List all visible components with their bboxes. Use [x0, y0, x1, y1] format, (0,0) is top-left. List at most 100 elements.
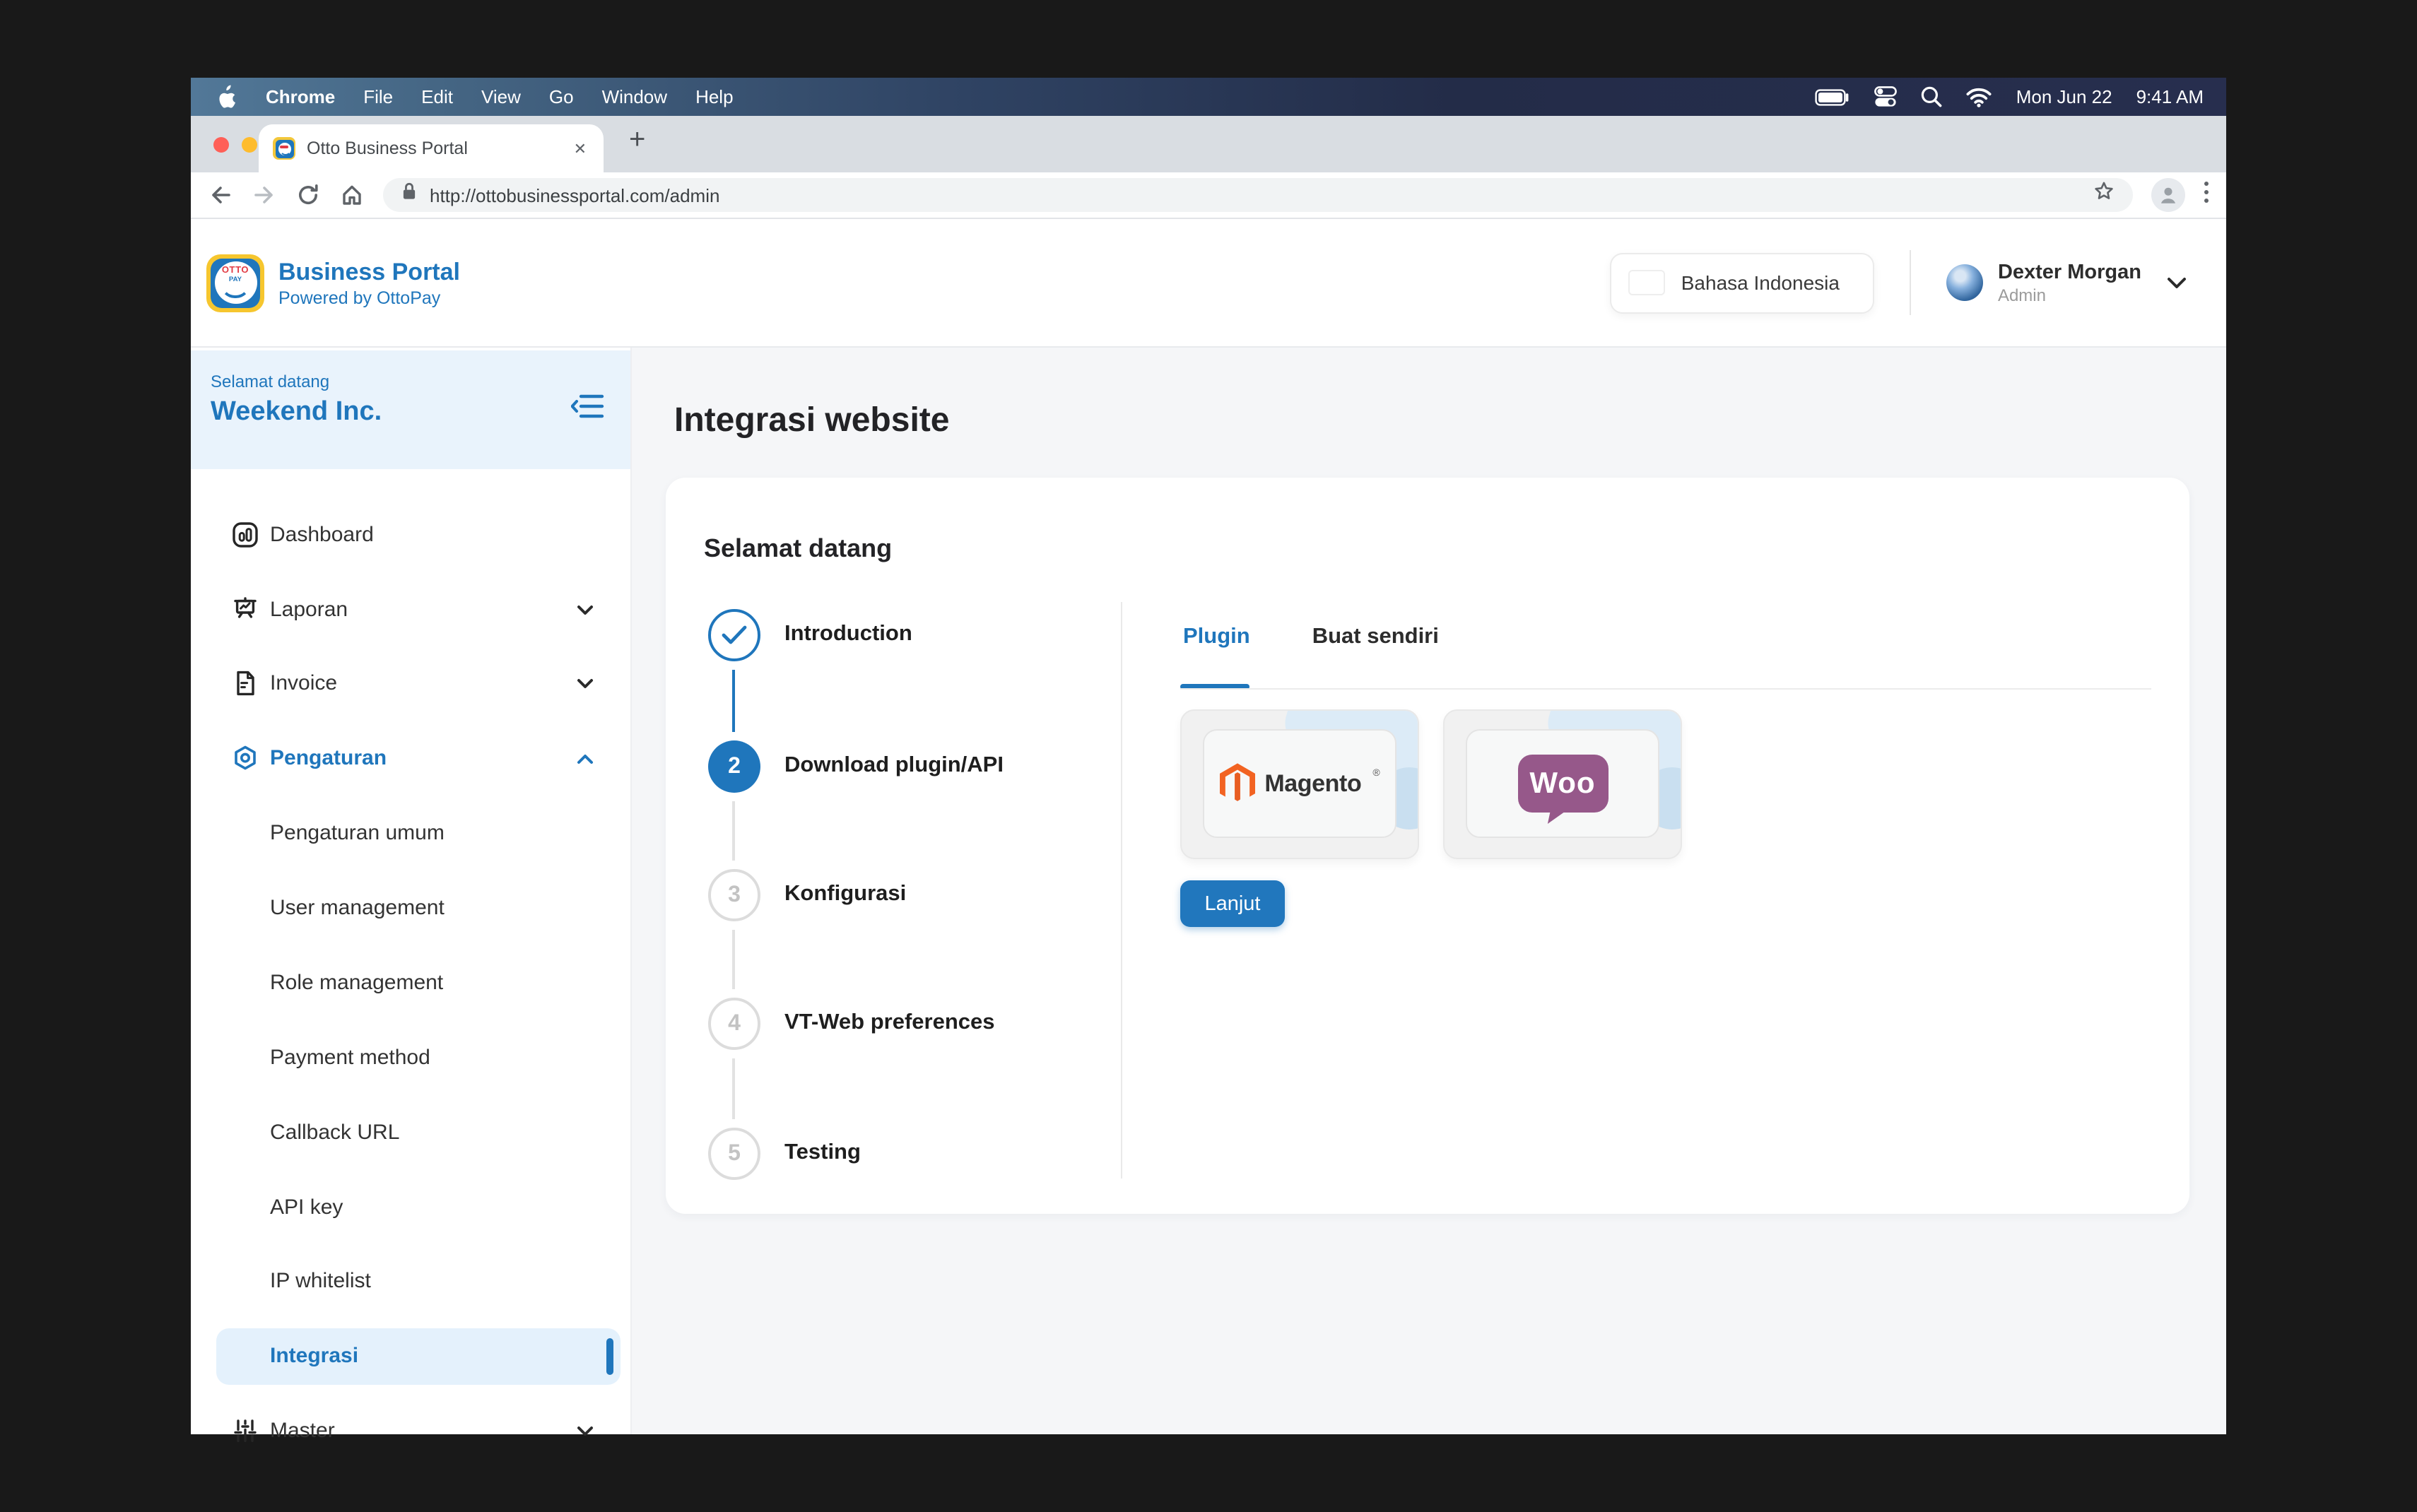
app-header: OTTO PAY Business Portal Powered by Otto… — [191, 219, 2226, 348]
sidebar-welcome-panel: Selamat datang Weekend Inc. — [191, 350, 630, 469]
browser-menu-icon[interactable] — [2204, 179, 2209, 211]
battery-icon[interactable] — [1816, 88, 1851, 105]
menu-item-go[interactable]: Go — [535, 86, 588, 107]
plugin-card-woocommerce[interactable]: Woo — [1443, 709, 1682, 859]
settings-gear-icon — [232, 745, 259, 772]
sliders-icon — [232, 1417, 259, 1444]
chevron-down-icon — [577, 1426, 594, 1437]
step-connector — [732, 1058, 735, 1119]
step-1-circle — [708, 609, 760, 661]
chevron-up-icon — [577, 753, 594, 764]
logo-smile — [220, 283, 250, 297]
tab-plugin[interactable]: Plugin — [1183, 625, 1250, 650]
browser-profile-icon[interactable] — [2151, 178, 2185, 212]
sidebar-item-role-management[interactable]: Role management — [191, 955, 632, 1012]
magento-logo: Magento ® — [1219, 763, 1380, 804]
new-tab-button[interactable]: + — [621, 124, 654, 157]
menu-item-edit[interactable]: Edit — [407, 86, 467, 107]
language-selector[interactable]: Bahasa Indonesia — [1611, 252, 1875, 313]
tab-title: Otto Business Portal — [307, 138, 571, 158]
sidebar-item-payment-method[interactable]: Payment method — [191, 1030, 632, 1087]
bookmark-star-icon[interactable] — [2092, 179, 2116, 211]
control-center-icon[interactable] — [1875, 86, 1898, 107]
step-connector — [732, 670, 735, 732]
user-avatar — [1947, 264, 1984, 301]
browser-toolbar: http://ottobusinessportal.com/admin — [191, 172, 2226, 219]
menu-bar-status: Mon Jun 22 9:41 AM — [1816, 86, 2204, 107]
step-5-circle: 5 — [708, 1128, 760, 1180]
window-close-button[interactable] — [213, 137, 229, 153]
card-title: Selamat datang — [704, 534, 892, 564]
woo-wordmark: Woo — [1529, 767, 1595, 801]
active-item-indicator — [606, 1338, 613, 1375]
step-2-circle: 2 — [708, 740, 760, 793]
woo-logo: Woo — [1517, 755, 1608, 813]
sidebar-item-ip-whitelist[interactable]: IP whitelist — [191, 1253, 632, 1310]
sidebar-item-user-management[interactable]: User management — [191, 880, 632, 937]
lock-icon[interactable] — [400, 181, 418, 209]
tab-buat-sendiri[interactable]: Buat sendiri — [1312, 625, 1439, 650]
home-button[interactable] — [339, 182, 365, 208]
menu-item-help[interactable]: Help — [681, 86, 748, 107]
sidebar-item-pengaturan[interactable]: Pengaturan — [191, 731, 632, 787]
plugin-card-magento[interactable]: Magento ® — [1180, 709, 1419, 859]
menu-item-window[interactable]: Window — [588, 86, 682, 107]
menu-bar-time[interactable]: 9:41 AM — [2136, 86, 2204, 107]
user-role: Admin — [1998, 286, 2141, 306]
sidebar-item-master[interactable]: Master — [191, 1403, 632, 1460]
sidebar-item-label: Role management — [270, 971, 443, 995]
sidebar-item-callback-url[interactable]: Callback URL — [191, 1105, 632, 1162]
invoice-document-icon — [232, 670, 259, 697]
spotlight-search-icon[interactable] — [1922, 86, 1943, 107]
plugin-tabs: Plugin Buat sendiri — [1183, 625, 1439, 650]
window-minimize-button[interactable] — [242, 137, 257, 153]
sidebar-collapse-button[interactable] — [571, 393, 605, 420]
sidebar-item-dashboard[interactable]: Dashboard — [191, 507, 632, 564]
stepper-divider — [1121, 602, 1122, 1179]
menu-item-file[interactable]: File — [349, 86, 407, 107]
sidebar-item-label: Master — [270, 1419, 335, 1443]
forward-button[interactable] — [252, 182, 277, 208]
tab-close-icon[interactable]: ✕ — [571, 136, 589, 160]
page-title: Integrasi website — [674, 401, 949, 441]
integration-card: Selamat datang Introduction 2 Download p… — [666, 478, 2189, 1214]
step-4-label: VT-Web preferences — [784, 1010, 995, 1036]
step-1-label: Introduction — [784, 622, 912, 647]
sidebar-item-pengaturan-umum[interactable]: Pengaturan umum — [191, 805, 632, 862]
step-connector — [732, 930, 735, 989]
reload-button[interactable] — [295, 182, 321, 208]
apple-menu[interactable] — [213, 85, 252, 109]
user-menu[interactable]: Dexter Morgan Admin — [1947, 259, 2187, 306]
magento-logo-tile: Magento ® — [1203, 729, 1396, 838]
wifi-icon[interactable] — [1967, 87, 1992, 107]
ottopay-logo: OTTO PAY — [206, 254, 264, 312]
sidebar-item-laporan[interactable]: Laporan — [191, 582, 632, 639]
app-body: Selamat datang Weekend Inc. Dashboard — [191, 348, 2226, 1434]
main-content: Integrasi website Selamat datang Introdu… — [632, 348, 2226, 1434]
sidebar-item-invoice[interactable]: Invoice — [191, 656, 632, 712]
sidebar-item-label: Callback URL — [270, 1121, 399, 1145]
url-text[interactable]: http://ottobusinessportal.com/admin — [430, 184, 2081, 206]
menu-bar-date[interactable]: Mon Jun 22 — [2016, 86, 2112, 107]
sidebar: Selamat datang Weekend Inc. Dashboard — [191, 348, 632, 1434]
header-divider — [1910, 250, 1912, 315]
sidebar-item-label: Invoice — [270, 671, 337, 695]
brand-subtitle: Powered by OttoPay — [278, 288, 460, 307]
user-name: Dexter Morgan — [1998, 259, 2141, 286]
back-button[interactable] — [208, 182, 233, 208]
brand-title: Business Portal — [278, 258, 460, 288]
check-icon — [721, 625, 748, 646]
step-5-label: Testing — [784, 1140, 861, 1166]
logo-text-otto: OTTO — [222, 268, 249, 277]
sidebar-item-label: Payment method — [270, 1046, 430, 1070]
sidebar-item-integrasi[interactable]: Integrasi — [216, 1328, 621, 1385]
brand: OTTO PAY Business Portal Powered by Otto… — [206, 254, 460, 312]
woo-logo-tile: Woo — [1466, 729, 1659, 838]
continue-button[interactable]: Lanjut — [1180, 880, 1285, 927]
sidebar-item-api-key[interactable]: API key — [191, 1180, 632, 1236]
url-address-bar[interactable]: http://ottobusinessportal.com/admin — [383, 178, 2133, 212]
browser-tab[interactable]: Otto Business Portal ✕ — [259, 124, 604, 172]
menu-item-chrome[interactable]: Chrome — [252, 86, 349, 107]
chevron-down-icon[interactable] — [2167, 276, 2187, 289]
menu-item-view[interactable]: View — [467, 86, 535, 107]
